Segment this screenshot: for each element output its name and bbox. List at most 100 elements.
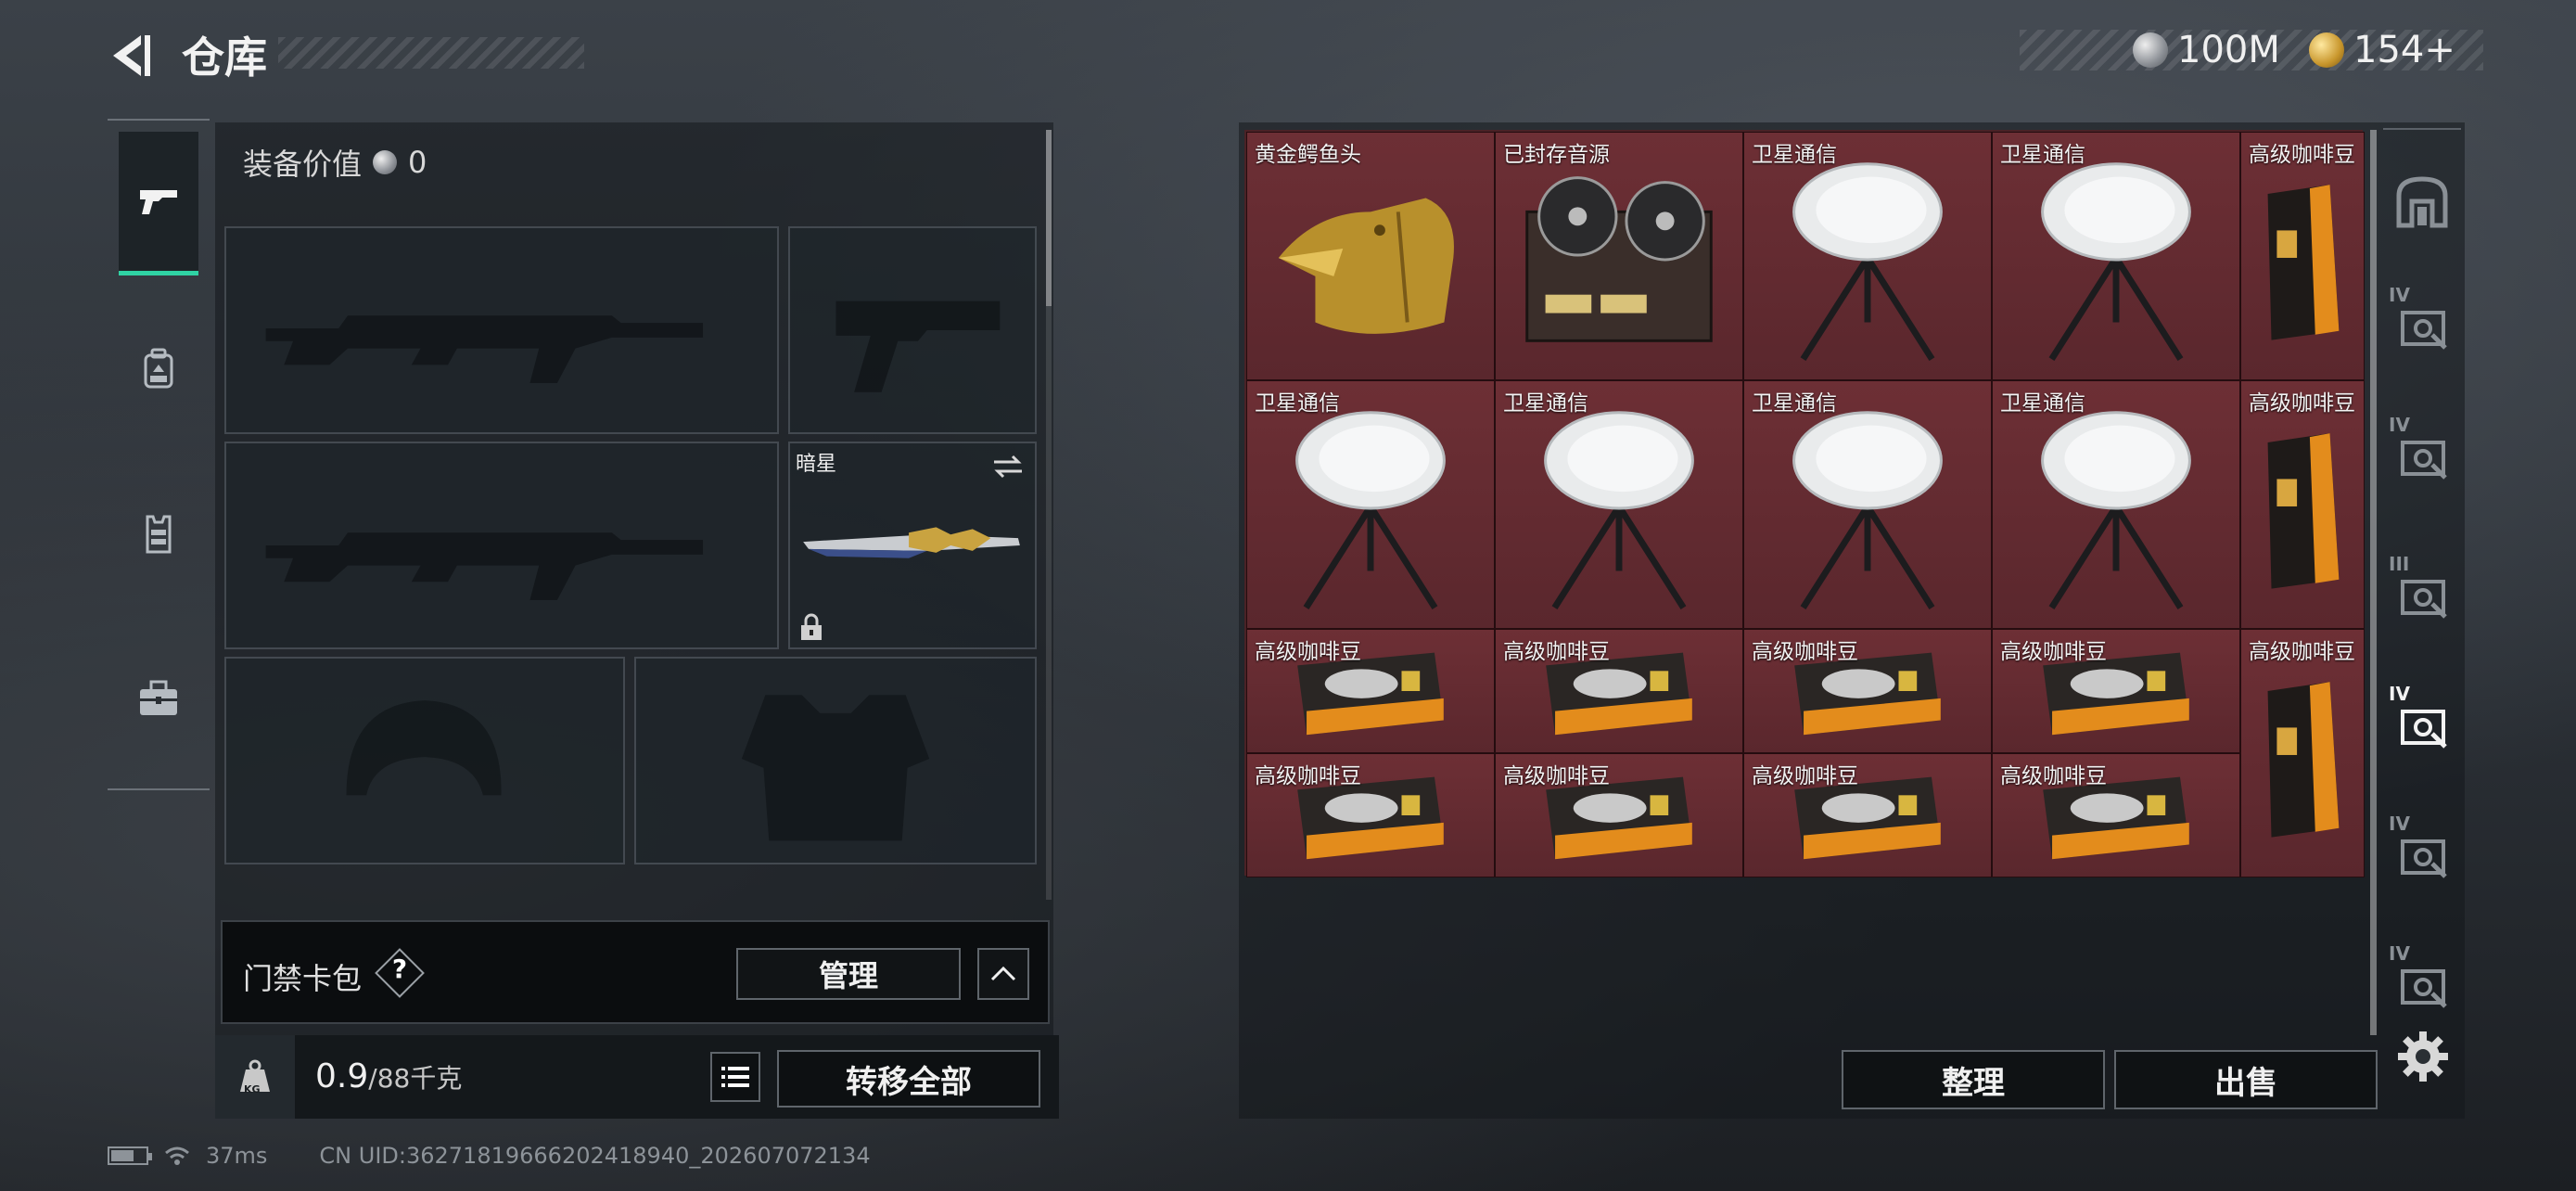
kg-label: KG [244,1083,261,1095]
satellite-dish-icon [1792,162,1943,362]
item-name: 黄金鳄鱼头 [1255,143,1361,167]
toolbox-icon [140,680,177,715]
storage-item-cell[interactable]: 高级咖啡豆 [1992,753,2240,877]
armor-placeholder-icon [741,695,930,841]
golden-croc-head-icon [1278,198,1454,334]
container-tier: IV [2389,414,2410,436]
container-tab[interactable] [2385,156,2459,249]
storage-item-cell[interactable]: 高级咖啡豆 [1495,753,1743,877]
gold-currency[interactable]: 154+ [2309,28,2455,72]
container-tab[interactable]: IV [2385,408,2459,501]
gold-amount: 154+ [2353,29,2455,71]
satellite-dish-icon [1544,411,1694,610]
tab-weapons[interactable] [119,132,198,275]
equipment-value: 装备价值 0 [243,141,427,184]
collapse-button[interactable] [977,948,1029,1000]
coffee-bag-icon [2267,682,2340,838]
pistol-icon [140,190,177,214]
helmet-slot[interactable] [224,657,625,864]
item-name: 高级咖啡豆 [1503,764,1610,788]
storage-item-cell[interactable]: 卫星通信 [1743,132,1992,380]
container-tab[interactable]: IV [2385,807,2459,900]
storage-item-cell[interactable]: 高级咖啡豆 [2240,380,2365,629]
coffee-bag-icon [2267,433,2340,589]
ping: 37ms [206,1143,268,1169]
container-tier: IV [2389,683,2410,705]
list-view-button[interactable] [710,1052,760,1102]
tab-vest[interactable] [119,464,198,603]
container-tier: IV [2389,942,2410,965]
help-icon: ? [391,954,408,984]
container-tab[interactable]: IV [2385,937,2459,1030]
storage-item-cell[interactable]: 高级咖啡豆 [2240,629,2365,877]
sidearm-slot[interactable] [788,226,1037,434]
chevron-up-icon [990,966,1016,981]
item-name: 高级咖啡豆 [2000,640,2107,664]
satellite-dish-icon [2041,162,2191,362]
tab-toolbox[interactable] [119,629,198,768]
safehouse-icon [2396,176,2448,228]
backpack-icon [144,348,173,389]
satellite-dish-icon [2041,411,2191,610]
sell-button[interactable]: 出售 [2114,1050,2378,1109]
storage-item-cell[interactable]: 卫星通信 [1743,380,1992,629]
silver-currency: 100M [2133,28,2280,72]
storage-item-cell[interactable]: 黄金鳄鱼头 [1246,132,1495,380]
item-name: 高级咖啡豆 [2249,391,2355,416]
capacity-readout: 0.9/88千克 [315,1057,462,1095]
settings-gear-icon[interactable] [2394,1028,2452,1085]
equipment-scroll-thumb[interactable] [1046,130,1052,306]
melee-slot[interactable]: 暗星 [788,442,1037,649]
storage-item-cell[interactable]: 高级咖啡豆 [2240,132,2365,380]
container-tab[interactable]: III [2385,547,2459,640]
storage-item-cell[interactable]: 卫星通信 [1992,380,2240,629]
armor-slot[interactable] [634,657,1037,864]
melee-name: 暗星 [796,453,837,476]
equipment-value-label: 装备价值 [243,147,363,182]
vest-icon [146,515,172,554]
list-icon [721,1067,749,1087]
transfer-all-button[interactable]: 转移全部 [777,1050,1040,1108]
storage-item-cell[interactable]: 高级咖啡豆 [1495,629,1743,753]
silver-amount: 100M [2177,29,2280,71]
swap-icon[interactable] [990,453,1026,480]
item-name: 卫星通信 [1503,391,1588,416]
item-name: 高级咖啡豆 [2249,143,2355,167]
container-tier: III [2389,553,2410,575]
item-name: 高级咖啡豆 [2249,640,2355,664]
storage-item-cell[interactable]: 高级咖啡豆 [1246,629,1495,753]
item-name: 已封存音源 [1503,143,1610,167]
container-tab[interactable]: IV [2385,677,2459,770]
item-name: 高级咖啡豆 [1752,640,1858,664]
item-name: 高级咖啡豆 [1255,764,1361,788]
silver-coin-icon [373,150,398,174]
rifle-placeholder-icon [265,315,704,383]
storage-item-cell[interactable]: 高级咖啡豆 [1743,753,1992,877]
item-name: 卫星通信 [1255,391,1340,416]
lock-icon [801,613,822,640]
storage-item-cell[interactable]: 卫星通信 [1246,380,1495,629]
container-tab[interactable]: IV [2385,278,2459,371]
back-button[interactable] [104,28,159,83]
storage-item-cell[interactable]: 高级咖啡豆 [1246,753,1495,877]
storage-item-cell[interactable]: 已封存音源 [1495,132,1743,380]
storage-item-cell[interactable]: 高级咖啡豆 [1992,629,2240,753]
secondary-weapon-slot[interactable] [224,442,779,649]
item-name: 高级咖啡豆 [1503,640,1610,664]
weight-badge: KG [215,1035,295,1119]
item-name: 卫星通信 [1752,391,1837,416]
sort-button[interactable]: 整理 [1842,1050,2105,1109]
storage-item-cell[interactable]: 卫星通信 [1992,132,2240,380]
manage-button[interactable]: 管理 [736,948,961,1000]
title-decoration [278,37,584,69]
page-title: 仓库 [182,32,267,83]
status-footer: 37ms CN UID:3627181966620241894​0_202607… [108,1143,871,1169]
storage-scrollbar[interactable] [2370,130,2377,1035]
storage-item-cell[interactable]: 卫星通信 [1495,380,1743,629]
storage-item-cell[interactable]: 高级咖啡豆 [1743,629,1992,753]
tab-backpack[interactable] [119,299,198,438]
gold-coin-icon [2309,32,2344,68]
helmet-placeholder-icon [346,700,502,796]
battery-icon [108,1146,152,1165]
primary-weapon-slot[interactable] [224,226,779,434]
